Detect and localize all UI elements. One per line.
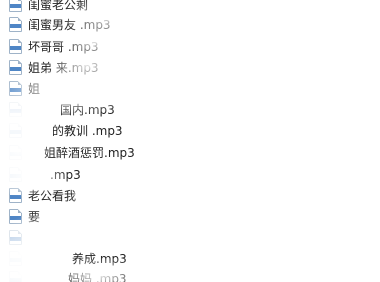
audio-file-icon xyxy=(9,39,22,54)
file-name: 要 xyxy=(28,210,41,224)
file-name: 坏哥哥 .mp3 xyxy=(28,40,99,54)
list-item[interactable]: 姐 xyxy=(0,78,380,100)
audio-file-icon xyxy=(9,230,22,245)
audio-file-icon xyxy=(9,60,22,75)
file-name: 的教训 .mp3 xyxy=(52,124,123,138)
file-name: 国内.mp3 xyxy=(60,103,115,117)
file-name: 姐弟 来.mp3 xyxy=(28,61,99,75)
file-name: 老公看我 xyxy=(28,189,77,203)
list-item[interactable]: 要 xyxy=(0,206,380,228)
file-name: .mp3 xyxy=(50,168,81,182)
list-item[interactable]: .mp3 xyxy=(0,164,380,186)
list-item[interactable]: 姐弟 来.mp3 xyxy=(0,57,380,79)
audio-file-icon xyxy=(9,209,22,224)
audio-file-icon xyxy=(9,188,22,203)
audio-file-icon xyxy=(9,123,22,138)
audio-file-icon xyxy=(9,167,22,182)
audio-file-icon xyxy=(9,0,22,12)
list-item[interactable]: 养成.mp3 xyxy=(0,248,380,270)
audio-file-icon xyxy=(9,145,22,160)
audio-file-icon xyxy=(9,102,22,117)
list-item[interactable] xyxy=(0,227,380,249)
list-item[interactable]: 坏哥哥 .mp3 xyxy=(0,36,380,58)
file-name: 妈妈 .mp3 xyxy=(68,272,127,282)
file-name: 姐 xyxy=(28,82,41,96)
audio-file-icon xyxy=(9,81,22,96)
list-item[interactable]: 妈妈 .mp3 xyxy=(0,268,380,282)
file-list: 闺蜜老公剩 闺蜜男友 .mp3 坏哥哥 .mp3 姐弟 来.mp3 姐 国内.m… xyxy=(0,0,380,282)
audio-file-icon xyxy=(9,251,22,266)
list-item[interactable]: 闺蜜男友 .mp3 xyxy=(0,14,380,36)
file-name: 闺蜜老公剩 xyxy=(28,0,89,12)
list-item[interactable]: 国内.mp3 xyxy=(0,99,380,121)
audio-file-icon xyxy=(9,271,22,282)
audio-file-icon xyxy=(9,17,22,32)
list-item[interactable]: 姐醉酒惩罚.mp3 xyxy=(0,142,380,164)
list-item[interactable]: 的教训 .mp3 xyxy=(0,120,380,142)
list-item[interactable]: 老公看我 xyxy=(0,185,380,207)
file-name: 闺蜜男友 .mp3 xyxy=(28,18,111,32)
file-name: 养成.mp3 xyxy=(72,252,127,266)
file-name: 姐醉酒惩罚.mp3 xyxy=(44,146,135,160)
